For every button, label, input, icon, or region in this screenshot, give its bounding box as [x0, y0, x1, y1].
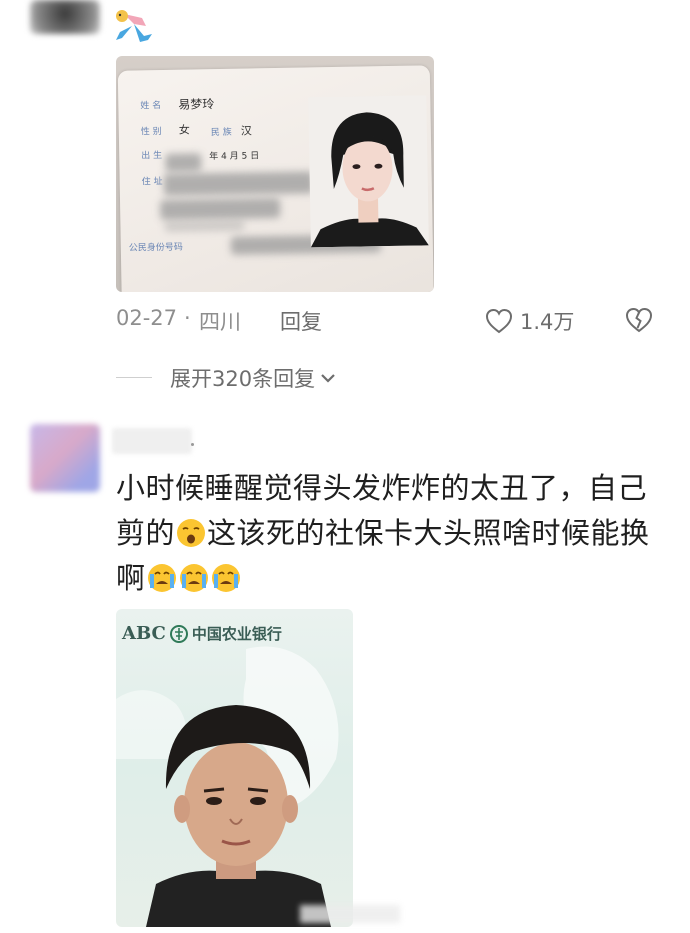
comment-date: 02-27 — [116, 306, 178, 330]
yawning-face-emoji-icon — [177, 519, 206, 547]
reply-button[interactable]: 回复 — [280, 306, 322, 336]
id-card-photo[interactable]: 姓 名 易梦玲 性 别 女 民 族 汉 出 生 年 4 月 5 日 住 址 公民… — [116, 56, 434, 292]
crying-face-emoji-icon — [147, 564, 176, 592]
chevron-down-icon — [321, 374, 335, 383]
redaction-blur — [164, 220, 245, 232]
comment-text: 小时候睡醒觉得头发炸炸的太丑了，自己剪的 这该死的社保卡大头照啥时候能换啊 — [116, 466, 661, 601]
broken-heart-icon — [625, 307, 653, 333]
expand-replies-button[interactable]: 展开320条回复 — [170, 363, 337, 393]
dot — [191, 443, 194, 446]
birth-value: 年 4 月 5 日 — [209, 151, 260, 163]
ethnicity-label: 民 族 — [210, 127, 232, 139]
name-value: 易梦玲 — [178, 97, 215, 112]
bank-logo: ABC 中国农业银行 — [122, 623, 282, 644]
gender-value: 女 — [178, 123, 190, 137]
id-card: 姓 名 易梦玲 性 别 女 民 族 汉 出 生 年 4 月 5 日 住 址 公民… — [117, 65, 434, 292]
name-label: 姓 名 — [140, 100, 162, 112]
divider — [116, 377, 152, 378]
like-button[interactable]: 1.4万 — [484, 306, 574, 336]
portrait — [310, 112, 429, 248]
bank-name: 中国农业银行 — [191, 625, 282, 643]
expand-replies-label: 展开320条回复 — [170, 367, 316, 391]
gender-label: 性 别 — [140, 126, 162, 138]
address-label: 住 址 — [141, 176, 163, 188]
redaction-blur — [163, 171, 314, 196]
redaction-blur — [160, 197, 281, 221]
running-figure-sticker — [116, 10, 152, 42]
crying-face-emoji-icon — [211, 564, 240, 592]
avatar[interactable] — [30, 424, 100, 492]
avatar[interactable] — [30, 0, 100, 34]
comment-location: 四川 — [199, 310, 241, 334]
heart-icon — [485, 308, 513, 334]
birth-label: 出 生 — [141, 150, 163, 162]
crying-face-emoji-icon — [179, 564, 208, 592]
ethnicity-value: 汉 — [240, 124, 252, 138]
portrait — [146, 705, 331, 927]
meta-separator: · — [184, 306, 191, 330]
like-count: 1.4万 — [520, 310, 575, 334]
watermark — [300, 905, 400, 923]
dislike-button[interactable] — [624, 306, 654, 338]
redaction-blur — [165, 153, 202, 172]
bank-emblem-icon — [169, 624, 188, 643]
bank-abbr: ABC — [122, 623, 166, 644]
username-redacted[interactable] — [112, 428, 192, 454]
id-number-label: 公民身份号码 — [128, 242, 183, 254]
social-security-card-photo[interactable]: ABC 中国农业银行 — [116, 609, 353, 927]
